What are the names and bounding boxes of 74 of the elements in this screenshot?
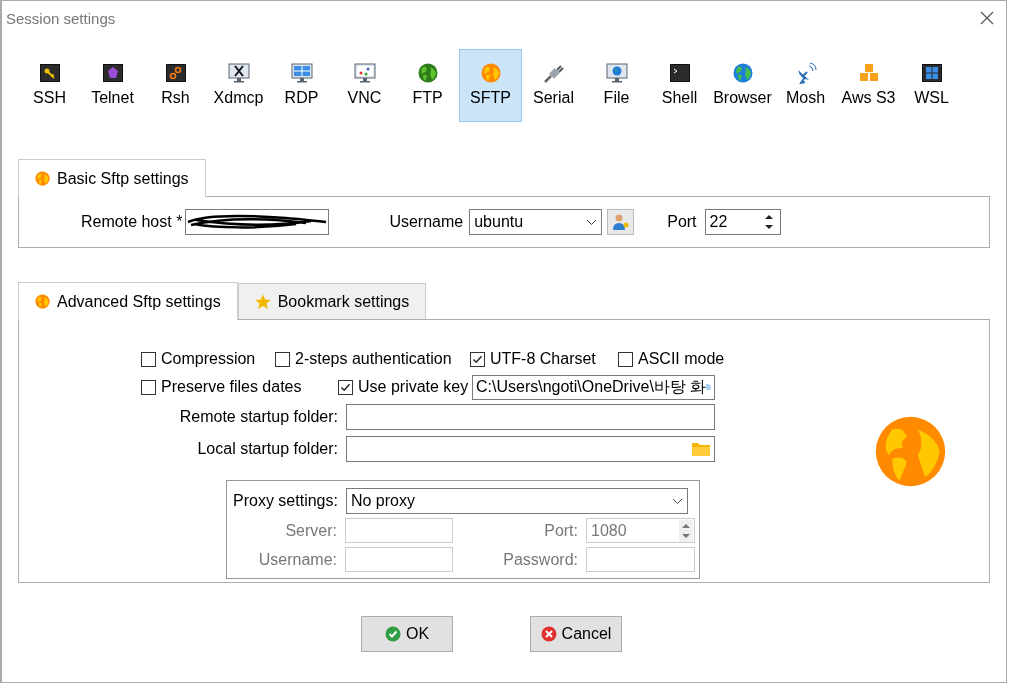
checkbox-label[interactable]: Use private key — [358, 378, 469, 396]
field-label: Server: — [284, 521, 337, 540]
checkbox-label[interactable]: Compression — [161, 350, 256, 368]
protocol-button[interactable]: FTP — [396, 49, 459, 122]
proxy-dropdown[interactable]: No proxy — [345, 488, 688, 514]
cancel-icon — [540, 626, 557, 642]
checkbox[interactable] — [470, 351, 485, 367]
checkbox[interactable] — [275, 351, 290, 367]
globe-icon — [35, 171, 50, 186]
checkbox-label[interactable]: Preserve files dates — [161, 378, 302, 396]
folder-field[interactable] — [346, 436, 715, 462]
protocol-button[interactable]: WSL — [900, 49, 963, 122]
field-label: Proxy settings: — [233, 492, 338, 510]
globe-icon — [417, 62, 438, 84]
window-title: Session settings — [6, 9, 116, 27]
plug-icon — [542, 62, 565, 84]
checkbox[interactable] — [618, 351, 633, 367]
checkbox-label[interactable]: UTF-8 Charset — [490, 350, 596, 368]
field-label: Password: — [502, 550, 578, 569]
tab[interactable]: Basic Sftp settings — [18, 159, 206, 197]
protocol-button[interactable]: Shell — [648, 49, 711, 122]
protocol-button[interactable]: Serial — [522, 49, 585, 122]
star-icon — [254, 293, 271, 310]
folder-field[interactable] — [346, 404, 715, 430]
globe-icon — [480, 62, 501, 84]
checkbox[interactable] — [338, 379, 353, 395]
protocol-button[interactable]: Telnet — [81, 49, 144, 122]
port-spinbox[interactable]: 22 — [704, 209, 781, 235]
username-dropdown[interactable]: ubuntu — [469, 209, 603, 235]
field-label: Username — [389, 213, 464, 231]
protocol-button[interactable]: SSH — [18, 49, 81, 122]
checkbox[interactable] — [141, 351, 156, 367]
key-icon — [39, 62, 60, 84]
caret-icon — [586, 218, 598, 226]
globe-icon — [732, 62, 753, 84]
user-key-button[interactable] — [607, 209, 635, 235]
field-label: Port: — [543, 521, 578, 540]
protocol-button[interactable]: Mosh — [774, 49, 837, 122]
protocol-button[interactable]: Browser — [711, 49, 774, 122]
checkbox-label[interactable]: ASCII mode — [638, 350, 725, 368]
key-path-field[interactable]: C:\Users\ngoti\OneDrive\바탕 화 — [472, 374, 715, 400]
checkbox-label[interactable]: 2-steps authentication — [295, 350, 452, 368]
dialog-button[interactable]: Cancel — [530, 616, 622, 652]
check-icon — [384, 626, 401, 642]
gears-icon — [165, 62, 186, 84]
monitor-icon — [353, 62, 376, 84]
protocol-button[interactable]: Aws S3 — [837, 49, 900, 122]
checkbox[interactable] — [141, 379, 156, 395]
globe-icon — [35, 294, 50, 309]
field-label: Username: — [257, 550, 337, 569]
window-grid-icon — [921, 62, 942, 84]
tab[interactable]: Bookmark settings — [237, 283, 427, 319]
protocol-button[interactable]: SFTP — [459, 49, 522, 122]
user-key-icon — [611, 213, 630, 231]
cubes-icon — [857, 62, 880, 84]
field-label: Port — [667, 213, 697, 231]
field-label: Local startup folder: — [196, 440, 338, 458]
monitor-icon — [605, 62, 628, 84]
protocol-button[interactable]: Rsh — [144, 49, 207, 122]
protocol-button[interactable]: Xdmcp — [207, 49, 270, 122]
field-label: Remote host * — [81, 213, 183, 231]
monitor-icon — [290, 62, 313, 84]
gem-icon — [102, 62, 123, 84]
protocol-button[interactable]: File — [585, 49, 648, 122]
caret-icon — [671, 497, 683, 505]
field-label: Remote startup folder: — [178, 408, 338, 426]
close-icon[interactable] — [980, 11, 994, 25]
dialog-button[interactable]: OK — [361, 616, 453, 652]
globe-icon — [874, 414, 947, 488]
terminal-icon — [669, 62, 690, 84]
protocol-button[interactable]: RDP — [270, 49, 333, 122]
tab[interactable]: Advanced Sftp settings — [18, 282, 238, 320]
monitor-icon — [227, 62, 250, 84]
protocol-button[interactable]: VNC — [333, 49, 396, 122]
